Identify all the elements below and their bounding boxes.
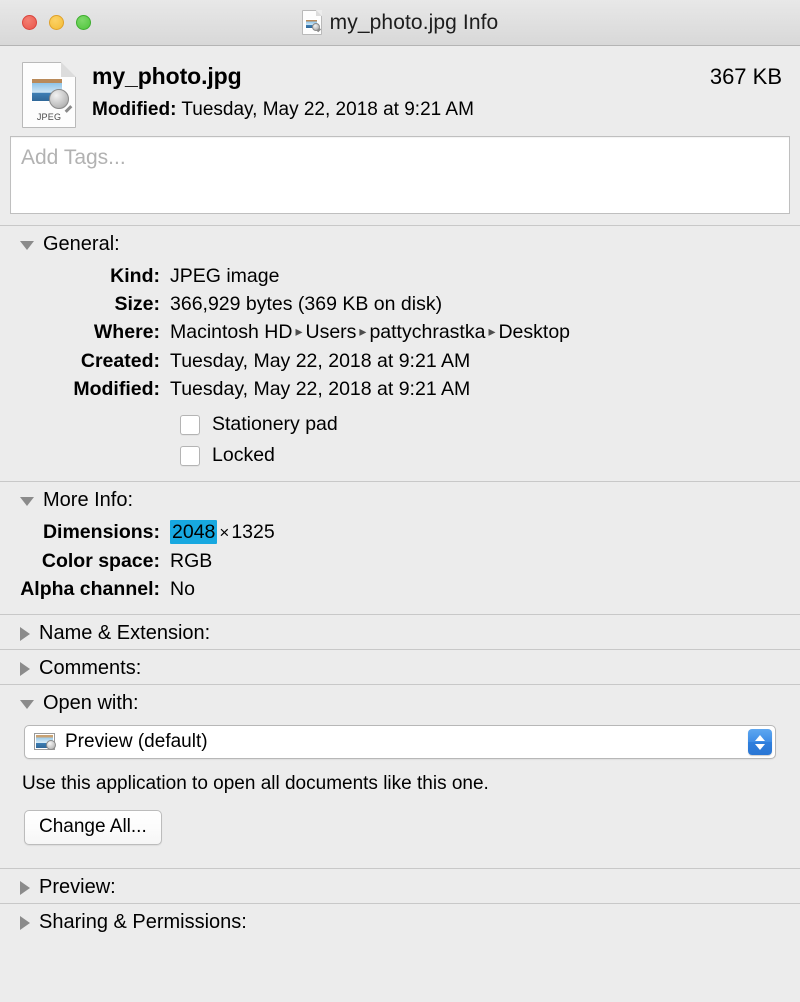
chevron-down-icon xyxy=(755,743,765,750)
value-kind: JPEG image xyxy=(170,265,280,287)
disclosure-triangle-down-icon[interactable] xyxy=(20,700,34,709)
file-modified-line: Modified: Tuesday, May 22, 2018 at 9:21 … xyxy=(92,97,710,123)
open-with-body: Preview (default) Use this application t… xyxy=(0,719,800,857)
section-label-preview: Preview: xyxy=(39,876,116,898)
value-modified: Tuesday, May 22, 2018 at 9:21 AM xyxy=(170,378,471,400)
section-label-sharing-permissions: Sharing & Permissions: xyxy=(39,911,247,933)
label-alpha-channel: Alpha channel: xyxy=(20,578,160,600)
more-info-rows: Dimensions: 2048 × 1325 Color space: RGB A… xyxy=(0,516,800,603)
path-segment: pattychrastka xyxy=(369,321,486,343)
label-color-space: Color space: xyxy=(41,550,160,572)
close-button[interactable] xyxy=(22,15,37,30)
dimensions-width-selected[interactable]: 2048 xyxy=(170,520,218,544)
chevron-up-icon xyxy=(755,734,765,741)
file-modified-value: Tuesday, May 22, 2018 at 9:21 AM xyxy=(181,99,474,120)
disclosure-triangle-right-icon[interactable] xyxy=(20,661,30,676)
section-header-name-extension[interactable]: Name & Extension: xyxy=(0,615,800,649)
minimize-button[interactable] xyxy=(49,15,64,30)
general-rows: Kind: JPEG image Size: 366,929 bytes (36… xyxy=(0,260,800,403)
stepper-updown-icon[interactable] xyxy=(748,729,772,755)
file-jpeg-document-icon[interactable]: JPEG xyxy=(22,62,76,128)
section-header-sharing-permissions[interactable]: Sharing & Permissions: xyxy=(0,904,800,938)
window-title-group: my_photo.jpg Info xyxy=(0,0,800,45)
value-color-space: RGB xyxy=(170,550,213,572)
change-all-button[interactable]: Change All... xyxy=(24,810,162,845)
label-where: Where: xyxy=(93,321,160,343)
path-segment: Macintosh HD xyxy=(170,321,293,343)
get-info-window: my_photo.jpg Info JPEG my_photo.jpg Modi… xyxy=(0,0,800,1002)
label-modified: Modified: xyxy=(73,378,160,400)
label-created: Created: xyxy=(80,350,160,372)
magnifier-icon xyxy=(46,739,56,750)
section-label-open-with: Open with: xyxy=(43,692,139,714)
section-header-general[interactable]: General: xyxy=(0,226,800,260)
open-with-note: Use this application to open all documen… xyxy=(22,773,489,794)
default-app-popup-button[interactable]: Preview (default) xyxy=(24,725,776,759)
window-title: my_photo.jpg Info xyxy=(329,10,499,34)
stationery-pad-label: Stationery pad xyxy=(212,413,338,435)
value-where: Macintosh HD ▸ Users ▸ pattychrastka ▸ Desktop xyxy=(170,318,800,347)
disclosure-triangle-right-icon[interactable] xyxy=(20,915,30,930)
tags-area: Add Tags... xyxy=(0,136,800,214)
add-tags-input[interactable]: Add Tags... xyxy=(10,136,790,214)
checkbox-row-stationery-pad[interactable]: Stationery pad xyxy=(0,409,800,440)
row-created: Created: Tuesday, May 22, 2018 at 9:21 A… xyxy=(0,347,800,375)
row-where: Where: Macintosh HD ▸ Users ▸ pattychrastka ▸… xyxy=(0,318,800,347)
section-header-open-with[interactable]: Open with: xyxy=(0,685,800,719)
path-separator-icon: ▸ xyxy=(295,323,303,339)
file-header-text: my_photo.jpg Modified: Tuesday, May 22, … xyxy=(76,60,710,123)
row-alpha-channel: Alpha channel: No xyxy=(0,575,800,603)
photo-thumbnail-shape xyxy=(304,19,318,29)
locked-label: Locked xyxy=(212,444,275,466)
dimensions-separator: × xyxy=(219,523,230,542)
section-header-more-info[interactable]: More Info: xyxy=(0,482,800,516)
row-kind: Kind: JPEG image xyxy=(0,262,800,290)
disclosure-triangle-right-icon[interactable] xyxy=(20,626,30,641)
value-created: Tuesday, May 22, 2018 at 9:21 AM xyxy=(170,350,471,372)
file-name[interactable]: my_photo.jpg xyxy=(92,62,710,90)
window-titlebar: my_photo.jpg Info xyxy=(0,0,800,46)
row-size: Size: 366,929 bytes (369 KB on disk) xyxy=(0,290,800,318)
row-modified: Modified: Tuesday, May 22, 2018 at 9:21 … xyxy=(0,375,800,403)
path-segment: Desktop xyxy=(498,321,571,343)
disclosure-triangle-down-icon[interactable] xyxy=(20,241,34,250)
row-dimensions: Dimensions: 2048 × 1325 xyxy=(0,518,800,547)
value-dimensions: 2048 × 1325 xyxy=(170,518,800,547)
locked-checkbox[interactable] xyxy=(180,445,200,466)
disclosure-triangle-down-icon[interactable] xyxy=(20,497,34,506)
section-label-general: General: xyxy=(43,233,120,255)
section-label-more-info: More Info: xyxy=(43,489,134,511)
path-separator-icon: ▸ xyxy=(488,323,496,339)
dimensions-height: 1325 xyxy=(231,521,275,543)
row-color-space: Color space: RGB xyxy=(0,547,800,575)
file-size: 367 KB xyxy=(709,64,782,89)
section-label-name-extension: Name & Extension: xyxy=(39,622,211,644)
label-size: Size: xyxy=(114,293,160,315)
section-header-preview[interactable]: Preview: xyxy=(0,869,800,903)
path-segment: Users xyxy=(305,321,357,343)
path-separator-icon: ▸ xyxy=(359,323,367,339)
label-dimensions: Dimensions: xyxy=(42,521,160,543)
section-header-comments[interactable]: Comments: xyxy=(0,650,800,684)
stationery-pad-checkbox[interactable] xyxy=(180,414,200,435)
general-checkboxes: Stationery pad Locked xyxy=(0,403,800,481)
label-kind: Kind: xyxy=(110,265,160,287)
file-modified-label: Modified: xyxy=(92,99,177,120)
preview-app-icon xyxy=(35,732,56,753)
jpeg-document-icon xyxy=(301,10,322,35)
magnifier-icon xyxy=(49,89,69,109)
traffic-light-controls xyxy=(22,15,91,30)
file-header: JPEG my_photo.jpg Modified: Tuesday, May… xyxy=(0,46,800,136)
default-app-label: Preview (default) xyxy=(65,731,208,752)
value-alpha-channel: No xyxy=(170,578,195,600)
zoom-button[interactable] xyxy=(76,15,91,30)
file-extension-label: JPEG xyxy=(36,112,62,122)
disclosure-triangle-right-icon[interactable] xyxy=(20,880,30,895)
value-size: 366,929 bytes (369 KB on disk) xyxy=(170,293,443,315)
checkbox-row-locked[interactable]: Locked xyxy=(0,440,800,471)
section-label-comments: Comments: xyxy=(39,657,142,679)
magnifier-icon xyxy=(311,23,320,31)
